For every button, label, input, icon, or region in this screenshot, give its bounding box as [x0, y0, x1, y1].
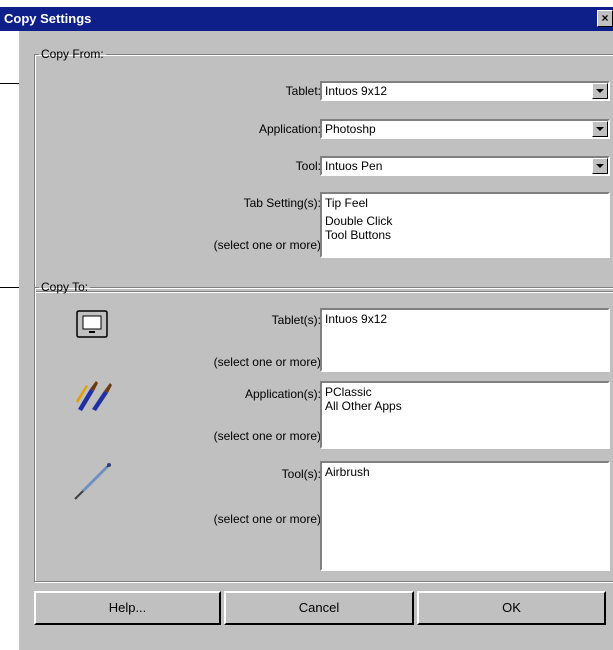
tablet-icon: [76, 310, 108, 338]
tablets-hint: (select one or more): [213, 355, 321, 369]
cancel-button[interactable]: Cancel: [224, 591, 414, 625]
title-bar: Copy Settings ×: [0, 7, 613, 31]
tablet-label: Tablet:: [285, 84, 321, 98]
applications-list[interactable]: PClassic All Other Apps: [320, 381, 610, 449]
chevron-down-icon[interactable]: [592, 121, 608, 137]
tool-select[interactable]: Intuos Pen: [320, 156, 610, 176]
window-title: Copy Settings: [4, 11, 92, 26]
tools-hint: (select one or more): [213, 512, 321, 526]
close-button[interactable]: ×: [597, 10, 613, 27]
list-item[interactable]: All Other Apps: [325, 399, 605, 413]
applications-hint: (select one or more): [213, 429, 321, 443]
tablet-select-value: Intuos 9x12: [325, 84, 388, 98]
list-item[interactable]: Tool Buttons: [325, 228, 605, 242]
tool-label: Tool:: [295, 159, 321, 173]
dialog-body: Copy From: Tablet: Intuos 9x12 Applicati…: [19, 31, 613, 650]
brushes-icon: [76, 381, 112, 411]
tool-select-value: Intuos Pen: [325, 159, 383, 173]
tablets-list[interactable]: Intuos 9x12: [320, 308, 610, 372]
application-label: Application:: [258, 122, 321, 136]
applications-label: Application(s):: [244, 387, 321, 401]
tab-settings-list[interactable]: Tip Feel Double Click Tool Buttons: [320, 192, 610, 258]
copy-from-legend: Copy From:: [41, 47, 104, 61]
tablet-select[interactable]: Intuos 9x12: [320, 81, 610, 101]
help-button[interactable]: Help...: [34, 591, 221, 625]
list-item[interactable]: Tip Feel: [325, 196, 605, 210]
tab-settings-label: Tab Setting(s):: [243, 196, 321, 210]
ok-button[interactable]: OK: [417, 591, 606, 625]
tools-label: Tool(s):: [281, 467, 321, 481]
close-icon: ×: [601, 11, 609, 25]
application-select[interactable]: Photoshp: [320, 119, 610, 139]
copy-to-legend: Copy To:: [41, 280, 89, 294]
list-item[interactable]: Intuos 9x12: [325, 312, 605, 326]
list-item[interactable]: Airbrush: [325, 465, 605, 479]
pen-icon: [74, 463, 111, 500]
chevron-down-icon[interactable]: [592, 158, 608, 174]
list-item[interactable]: PClassic: [325, 385, 605, 399]
application-select-value: Photoshp: [325, 122, 376, 136]
tools-list[interactable]: Airbrush: [320, 461, 610, 571]
list-item[interactable]: Double Click: [325, 214, 605, 228]
chevron-down-icon[interactable]: [592, 83, 608, 99]
tablets-label: Tablet(s):: [271, 313, 321, 327]
tab-settings-hint: (select one or more): [213, 238, 321, 252]
